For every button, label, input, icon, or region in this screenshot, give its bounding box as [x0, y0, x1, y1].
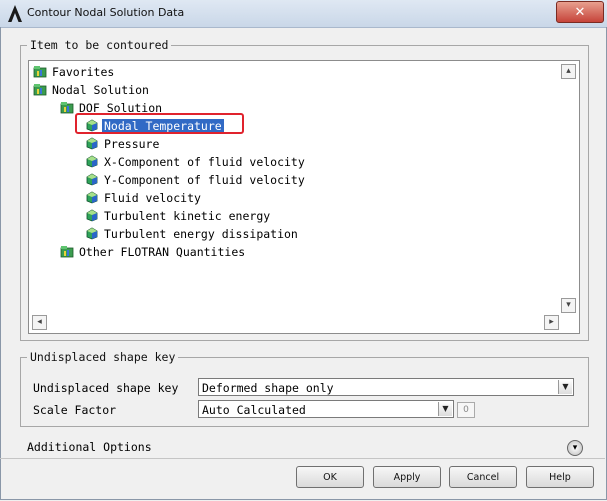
- tree-item-label: Nodal Solution: [52, 82, 149, 97]
- tree-item[interactable]: Turbulent kinetic energy: [85, 207, 272, 224]
- cube-icon: [86, 209, 98, 222]
- scale-factor-select[interactable]: Auto Calculated ▼: [198, 400, 454, 418]
- title-bar: Contour Nodal Solution Data ✕: [0, 0, 607, 28]
- ok-button[interactable]: OK: [296, 466, 364, 488]
- tree-item[interactable]: Favorites: [33, 63, 116, 80]
- tree-item-label: Y-Component of fluid velocity: [104, 172, 305, 187]
- scroll-right-button[interactable]: ▸: [544, 315, 559, 330]
- additional-options-label[interactable]: Additional Options: [27, 440, 152, 454]
- chevron-down-icon[interactable]: ▼: [558, 380, 572, 394]
- tree-item[interactable]: Other FLOTRAN Quantities: [60, 243, 247, 260]
- scroll-up-button[interactable]: ▴: [561, 64, 576, 79]
- tree-item[interactable]: Fluid velocity: [85, 189, 203, 206]
- chevron-down-icon[interactable]: ▼: [438, 402, 452, 416]
- close-icon: ✕: [574, 4, 586, 20]
- tree-item-label: X-Component of fluid velocity: [104, 154, 305, 169]
- tree-item-label: Turbulent kinetic energy: [104, 208, 271, 223]
- folder-results-icon: [33, 66, 47, 78]
- cube-icon: [86, 191, 98, 204]
- cube-icon: [86, 227, 98, 240]
- shape-key-select[interactable]: Deformed shape only ▼: [198, 378, 574, 396]
- help-button[interactable]: Help: [526, 466, 594, 488]
- button-separator: [0, 458, 605, 459]
- window-title: Contour Nodal Solution Data: [27, 6, 185, 19]
- undisplaced-group-legend: Undisplaced shape key: [30, 350, 176, 364]
- close-button[interactable]: ✕: [556, 1, 604, 23]
- shape-key-value: Deformed shape only: [202, 381, 334, 395]
- scale-factor-field[interactable]: 0: [457, 402, 475, 418]
- selection-highlight: [75, 113, 244, 134]
- tree-item-label: Favorites: [52, 64, 115, 79]
- tree-item-label: Fluid velocity: [104, 190, 201, 205]
- scale-factor-label: Scale Factor: [33, 403, 117, 417]
- tree-item-label: Turbulent energy dissipation: [104, 226, 298, 241]
- cube-icon: [86, 137, 98, 150]
- tree-item[interactable]: Turbulent energy dissipation: [85, 225, 300, 242]
- shape-key-label: Undisplaced shape key: [33, 381, 179, 395]
- item-group-legend: Item to be contoured: [30, 38, 169, 52]
- tree-item-label: Pressure: [104, 136, 160, 151]
- folder-results-icon: [60, 246, 74, 258]
- cube-icon: [86, 155, 98, 168]
- scroll-down-button[interactable]: ▾: [561, 298, 576, 313]
- folder-results-icon: [60, 102, 74, 114]
- expand-icon[interactable]: ▾: [567, 440, 583, 456]
- tree-item-label: Other FLOTRAN Quantities: [79, 244, 246, 259]
- tree-item[interactable]: X-Component of fluid velocity: [85, 153, 307, 170]
- cube-icon: [86, 173, 98, 186]
- scale-factor-value: Auto Calculated: [202, 403, 306, 417]
- cancel-button[interactable]: Cancel: [449, 466, 517, 488]
- apply-button[interactable]: Apply: [373, 466, 441, 488]
- ansys-logo-icon: [8, 5, 22, 22]
- tree-item[interactable]: Pressure: [85, 135, 161, 152]
- scroll-left-button[interactable]: ◂: [32, 315, 47, 330]
- tree-item[interactable]: Y-Component of fluid velocity: [85, 171, 307, 188]
- folder-results-icon: [33, 84, 47, 96]
- tree-item[interactable]: Nodal Solution: [33, 81, 151, 98]
